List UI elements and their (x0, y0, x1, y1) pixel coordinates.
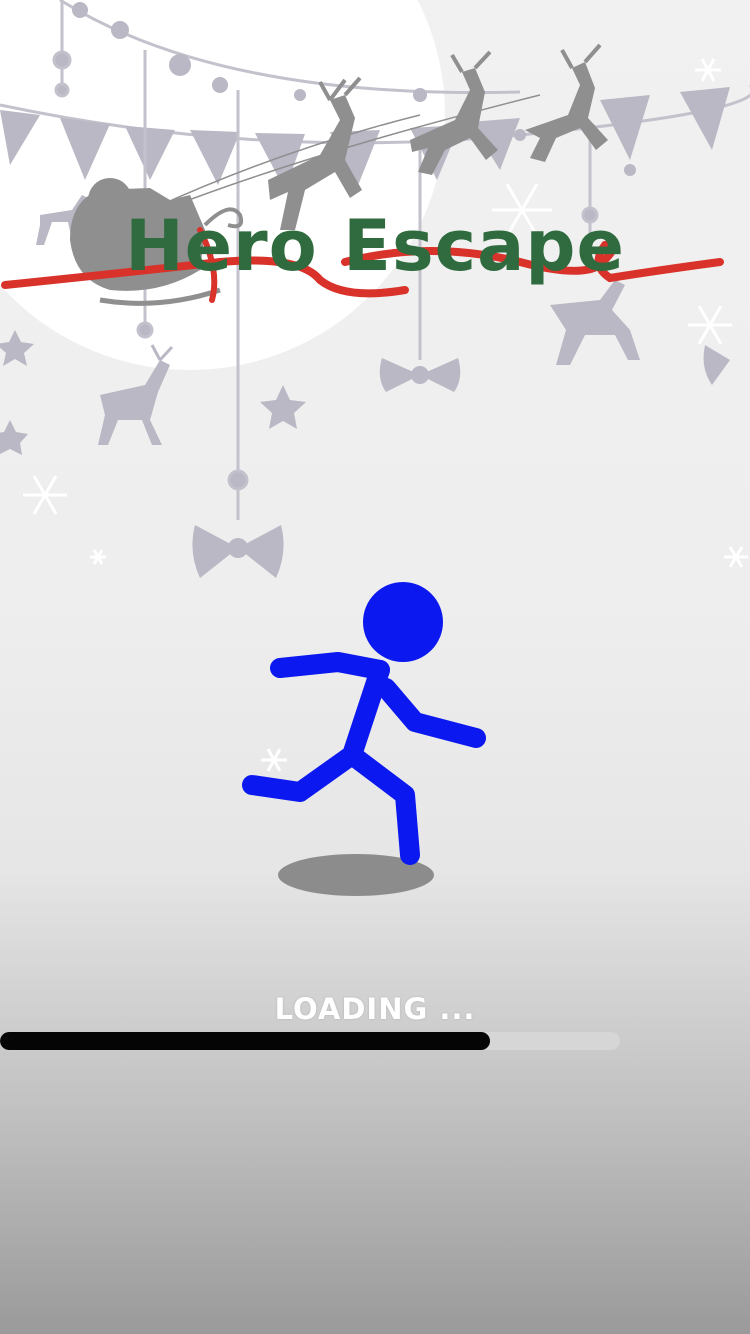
hero-head (363, 582, 443, 662)
loading-progress-fill (0, 1032, 490, 1050)
loading-label: LOADING ... (274, 992, 476, 1026)
loading-progress-bar (0, 1032, 620, 1050)
hero-figure (242, 582, 486, 896)
stickman-icon (242, 652, 486, 865)
